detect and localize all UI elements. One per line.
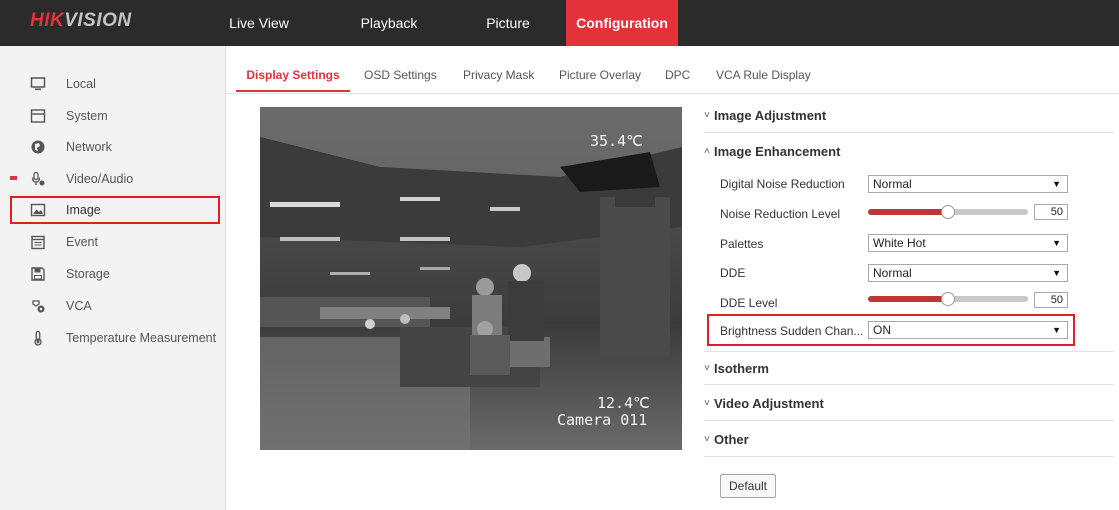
dde-label: DDE (720, 266, 746, 280)
sidebar-item-local[interactable]: Local (10, 71, 220, 97)
sidebar-item-label: VCA (66, 299, 92, 313)
sidebar-item-label: System (66, 109, 108, 123)
hikvision-logo: HIKVISION (30, 10, 132, 31)
dropdown-arrow-icon: ▼ (1052, 179, 1061, 189)
chevron-down-icon: ˅ (704, 398, 710, 409)
tab-privacy-mask[interactable]: Privacy Mask (463, 62, 534, 92)
brightness-sudden-change-label: Brightness Sudden Chan... (720, 324, 864, 338)
chevron-down-icon: ˅ (704, 110, 710, 121)
tab-display-settings[interactable]: Display Settings (236, 62, 350, 92)
dropdown-arrow-icon: ▼ (1052, 238, 1061, 248)
sidebar-item-label: Storage (66, 267, 110, 281)
sidebar-item-temperature-measurement[interactable]: Temperature Measurement (10, 325, 220, 351)
sidebar-item-label: Network (66, 140, 112, 154)
chevron-down-icon: ˅ (704, 362, 710, 374)
sidebar-item-vca[interactable]: VCA (10, 293, 220, 319)
sidebar-item-label: Temperature Measurement (66, 331, 217, 345)
sidebar-item-label: Local (66, 77, 96, 91)
sidebar-item-label: Image (66, 203, 101, 217)
noise-reduction-level-value[interactable]: 50 (1034, 204, 1068, 220)
nav-configuration[interactable]: Configuration (566, 0, 678, 46)
vca-icon (30, 298, 46, 314)
palettes-label: Palettes (720, 237, 764, 251)
dropdown-arrow-icon: ▼ (1052, 325, 1061, 335)
dde-select[interactable]: Normal ▼ (868, 264, 1068, 282)
sidebar-item-system[interactable]: System (10, 103, 220, 129)
microphone-icon (30, 171, 46, 187)
top-navigation-bar: HIKVISION Live View Playback Picture Con… (0, 0, 1119, 46)
image-icon (30, 202, 46, 218)
tab-vca-rule-display[interactable]: VCA Rule Display (716, 62, 811, 92)
palettes-select[interactable]: White Hot ▼ (868, 234, 1068, 252)
tab-dpc[interactable]: DPC (665, 62, 690, 92)
section-image-adjustment[interactable]: ˅ Image Adjustment (704, 99, 1114, 133)
sidebar-item-label: Video/Audio (66, 172, 134, 186)
dde-level-slider[interactable] (868, 292, 1028, 306)
tab-osd-settings[interactable]: OSD Settings (364, 62, 437, 92)
calendar-icon (30, 234, 46, 250)
digital-noise-reduction-select[interactable]: Normal ▼ (868, 175, 1068, 193)
system-icon (30, 108, 46, 124)
sidebar-item-label: Event (66, 235, 98, 249)
dde-level-value[interactable]: 50 (1034, 292, 1068, 308)
nav-live-view[interactable]: Live View (226, 0, 292, 46)
floppy-icon (30, 266, 46, 282)
section-video-adjustment[interactable]: ˅ Video Adjustment (704, 387, 1114, 421)
slider-handle[interactable] (941, 205, 955, 219)
sidebar-item-event[interactable]: Event (10, 229, 220, 255)
camera-name-osd: Camera 011 (557, 411, 648, 429)
sidebar-item-image[interactable]: Image (10, 196, 220, 224)
active-indicator (10, 176, 17, 180)
min-temperature-osd: 12.4℃ (597, 394, 650, 412)
brightness-sudden-change-select[interactable]: ON ▼ (868, 321, 1068, 339)
section-other[interactable]: ˅ Other (704, 423, 1114, 457)
subtab-bar: Display Settings OSD Settings Privacy Ma… (226, 62, 1119, 94)
sidebar-item-storage[interactable]: Storage (10, 261, 220, 287)
sidebar-item-network[interactable]: Network (10, 134, 220, 160)
digital-noise-reduction-label: Digital Noise Reduction (720, 177, 845, 191)
thermometer-icon (30, 330, 46, 346)
nav-playback[interactable]: Playback (344, 0, 434, 46)
noise-reduction-level-label: Noise Reduction Level (720, 207, 841, 221)
chevron-down-icon: ˅ (704, 434, 710, 445)
default-button[interactable]: Default (720, 474, 776, 498)
chevron-up-icon: ˄ (704, 145, 710, 157)
slider-fill (868, 209, 948, 215)
globe-icon (30, 139, 46, 155)
nav-picture[interactable]: Picture (468, 0, 548, 46)
slider-handle[interactable] (941, 292, 955, 306)
slider-fill (868, 296, 948, 302)
dde-level-label: DDE Level (720, 296, 778, 310)
dropdown-arrow-icon: ▼ (1052, 268, 1061, 278)
tab-picture-overlay[interactable]: Picture Overlay (559, 62, 641, 92)
max-temperature-osd: 35.4℃ (590, 132, 643, 150)
live-video-preview[interactable]: 35.4℃ 12.4℃ Camera 011 (260, 107, 682, 450)
noise-reduction-level-slider[interactable] (868, 205, 1028, 219)
section-image-enhancement[interactable]: ˄ Image Enhancement (704, 134, 1114, 168)
monitor-icon (30, 76, 46, 92)
section-isotherm[interactable]: ˅ Isotherm (704, 351, 1114, 385)
sidebar-item-video-audio[interactable]: Video/Audio (10, 166, 220, 192)
